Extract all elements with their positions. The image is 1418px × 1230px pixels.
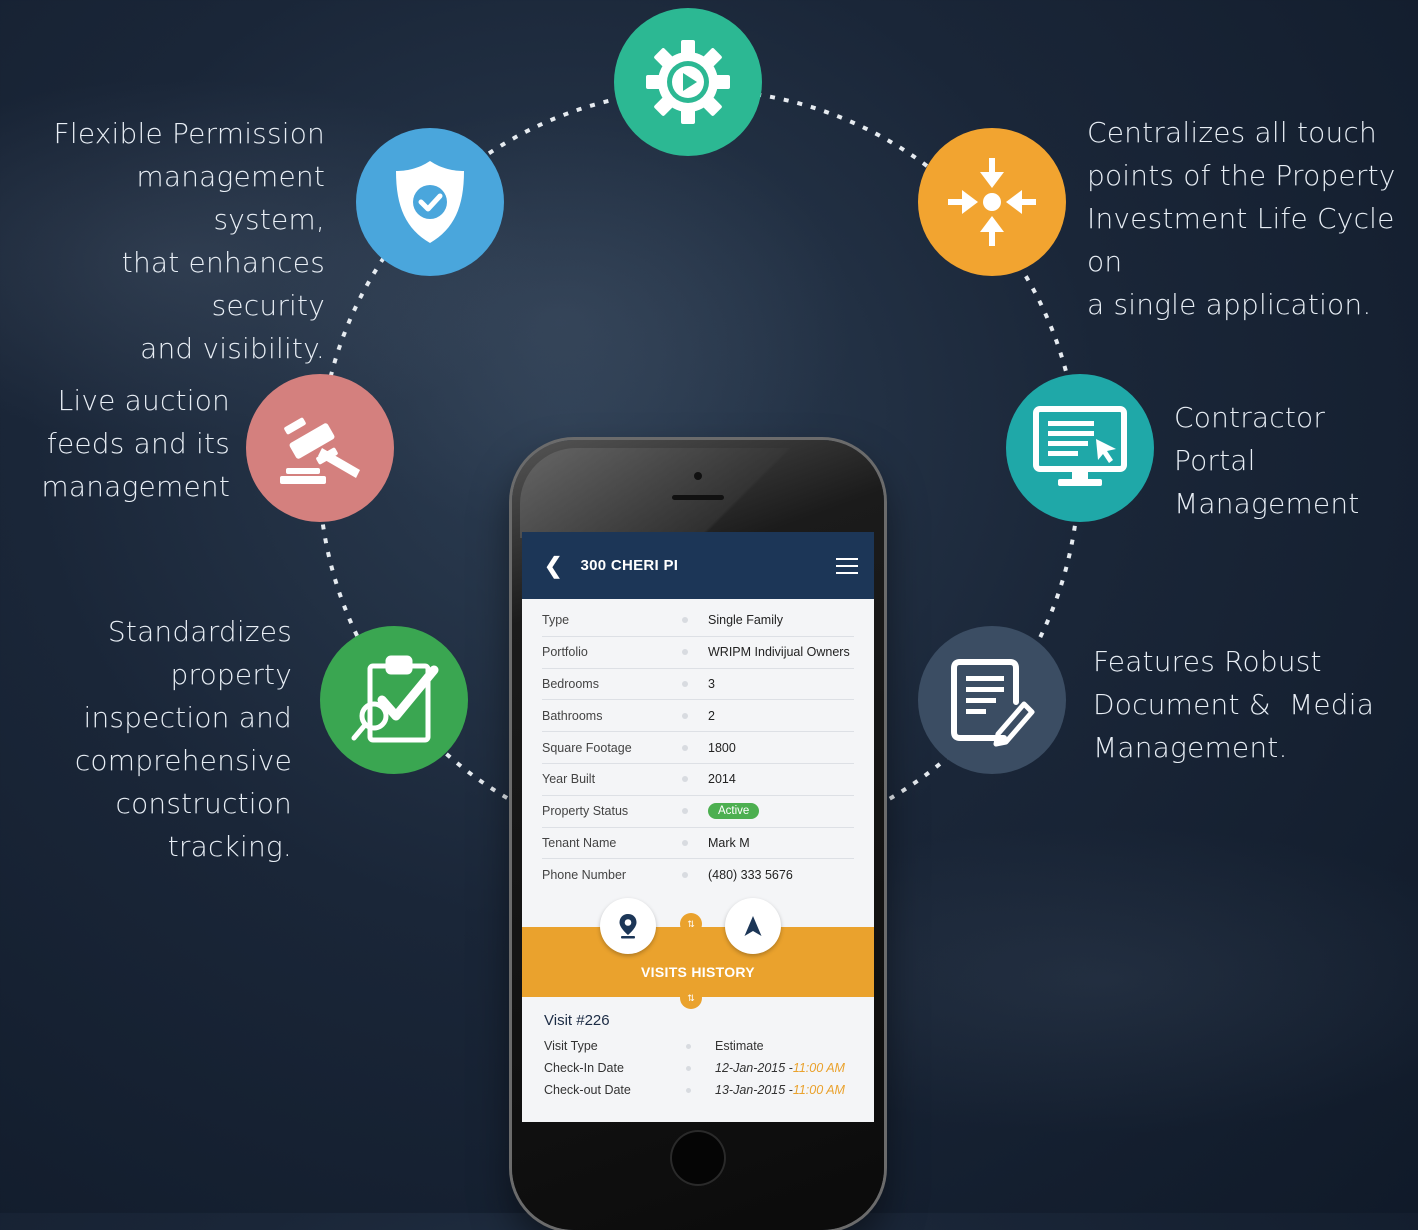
converge-arrows-circle (918, 128, 1066, 276)
visit-row: Visit Type Estimate (544, 1035, 864, 1057)
status-badge: Active (708, 803, 760, 820)
detail-label: Bedrooms (542, 676, 599, 691)
feature-line: Document & Media (1093, 688, 1375, 721)
feature-line: comprehensive (74, 744, 292, 777)
gavel-icon (280, 417, 360, 484)
detail-row: Type Single Family (542, 605, 854, 637)
feature-line: Management. (1093, 731, 1288, 764)
feature-line: Management (1174, 487, 1360, 520)
detail-value: Single Family (708, 613, 784, 628)
visit-time: 11:00 AM (792, 1083, 845, 1097)
app-header: ❮ 300 CHERI PI (522, 532, 874, 599)
feature-line: construction tracking. (115, 787, 292, 863)
monitor-circle (1006, 374, 1154, 522)
detail-row: Tenant Name Mark M (542, 828, 854, 860)
hamburger-menu-icon[interactable] (836, 557, 858, 574)
gavel-circle (246, 374, 394, 522)
feature-line: a single application. (1087, 288, 1372, 321)
gear-play-circle (614, 8, 762, 156)
clipboard-circle (320, 626, 468, 774)
feature-line: points of the Property (1087, 159, 1396, 192)
visit-value: 13-Jan-2015 - (715, 1083, 793, 1097)
feature-line: and visibility. (140, 332, 325, 365)
visit-row: Check-out Date 13-Jan-2015 - 11:00 AM (544, 1079, 864, 1101)
feature-line: Live auction (57, 384, 230, 417)
back-icon[interactable]: ❮ (544, 553, 562, 579)
detail-row: Bedrooms 3 (542, 669, 854, 701)
feature-line: Features Robust (1093, 645, 1322, 678)
feature-contractor: Contractor Portal Management (1174, 396, 1414, 525)
detail-label: Year Built (542, 772, 596, 787)
detail-label: Type (542, 613, 570, 628)
gear-play-icon (646, 40, 730, 124)
detail-row: Phone Number (480) 333 5676 (542, 859, 854, 890)
detail-row: Bathrooms 2 (542, 700, 854, 733)
detail-row: Portfolio WRIPM Indivijual Owners (542, 637, 854, 669)
detail-label: Property Status (542, 804, 629, 819)
detail-value[interactable]: (480) 333 5676 (708, 868, 793, 882)
detail-label: Phone Number (542, 867, 627, 882)
home-button (670, 1130, 726, 1186)
feature-inspection: Standardizes property inspection and com… (4, 610, 292, 868)
detail-label: Tenant Name (542, 835, 617, 850)
shield-circle (356, 128, 504, 276)
feature-line: management system, (136, 160, 325, 236)
navigate-button[interactable] (725, 898, 781, 954)
map-pin-icon (619, 914, 637, 939)
detail-value: 2014 (708, 772, 736, 787)
feature-line: Contractor Portal (1174, 401, 1326, 477)
speaker (672, 495, 724, 500)
detail-row: Square Footage 1800 (542, 732, 854, 764)
feature-line: inspection and (83, 701, 292, 734)
detail-value: WRIPM Indivijual Owners (708, 645, 850, 660)
detail-row: Year Built 2014 (542, 764, 854, 796)
visit-label: Check-out Date (544, 1083, 631, 1097)
feature-line: Centralizes all touch (1087, 116, 1377, 149)
feature-line: Investment Life Cycle on (1087, 202, 1395, 278)
detail-value: 1800 (708, 740, 736, 755)
feature-line: Flexible Permission (53, 117, 325, 150)
detail-label: Bathrooms (542, 708, 603, 723)
visit-value: Estimate (715, 1039, 764, 1053)
document-circle (918, 626, 1066, 774)
visit-title: Visit #226 (544, 1012, 610, 1029)
swap-icon: ⇅ (680, 913, 702, 935)
feature-centralizes: Centralizes all touch points of the Prop… (1087, 111, 1417, 326)
visit-time: 11:00 AM (792, 1061, 845, 1075)
visit-card: Visit #226 Visit Type Estimate Check-In D… (544, 1012, 864, 1101)
monitor-cursor-icon (1033, 406, 1127, 486)
feature-auction: Live auction feeds and its management (20, 379, 230, 508)
feature-line: feeds and its (46, 427, 230, 460)
detail-row: Property Status Active (542, 796, 854, 828)
detail-value: 3 (708, 676, 715, 691)
shield-check-icon (396, 161, 464, 243)
camera-dot (694, 472, 702, 480)
detail-value: 2 (708, 708, 715, 723)
document-edit-icon (951, 659, 1035, 747)
visits-history-label[interactable]: VISITS HISTORY (522, 964, 874, 980)
phone-mockup: ❮ 300 CHERI PI Type Single Family Portfol… (512, 440, 884, 1230)
detail-value: Mark M (708, 835, 750, 850)
navigation-arrow-icon (744, 916, 762, 936)
feature-documents: Features Robust Document & Media Managem… (1093, 640, 1403, 769)
detail-label: Portfolio (542, 645, 588, 660)
phone-screen: ❮ 300 CHERI PI Type Single Family Portfol… (522, 532, 874, 1122)
feature-line: that enhances security (121, 246, 325, 322)
location-button[interactable] (600, 898, 656, 954)
detail-label: Square Footage (542, 740, 632, 755)
visit-row: Check-In Date 12-Jan-2015 - 11:00 AM (544, 1057, 864, 1079)
feature-permission: Flexible Permission management system, t… (20, 112, 325, 370)
visit-value: 12-Jan-2015 - (715, 1061, 793, 1075)
visit-label: Check-In Date (544, 1061, 624, 1075)
converge-arrows-icon (948, 158, 1036, 246)
visits-band (522, 927, 874, 997)
property-details: Type Single Family Portfolio WRIPM Indivij… (522, 599, 874, 890)
feature-line: Standardizes property (107, 615, 292, 691)
visit-label: Visit Type (544, 1039, 598, 1053)
clipboard-check-icon (351, 655, 439, 743)
feature-line: management (41, 470, 230, 503)
swap-icon-lower: ⇅ (680, 987, 702, 1009)
property-title: 300 CHERI PI (580, 557, 679, 574)
